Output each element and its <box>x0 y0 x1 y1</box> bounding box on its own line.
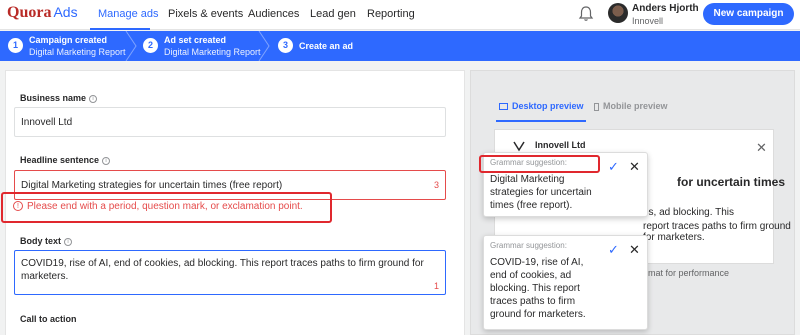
business-name-label-text: Business name <box>20 93 87 103</box>
call-to-action-label: Call to action <box>20 314 77 324</box>
step-3-title: Create an ad <box>299 41 354 51</box>
body-text-line-1: COVID19, rise of AI, end of cookies, ad … <box>21 258 424 269</box>
business-name-value: Innovell Ltd <box>21 117 73 128</box>
suggestion-line: COVID-19, rise of AI, <box>490 257 584 268</box>
ad-body-preview-line-1: es, ad blocking. This <box>643 207 734 218</box>
new-campaign-button[interactable]: New campaign <box>703 3 794 25</box>
step-3-number: 3 <box>278 38 293 53</box>
info-icon[interactable]: i <box>64 237 73 246</box>
headline-error-text: Please end with a period, question mark,… <box>27 201 303 212</box>
logo-product: Ads <box>53 4 78 20</box>
step-1-title[interactable]: Campaign created <box>29 35 107 45</box>
suggestion-line: blocking. This report <box>490 283 580 294</box>
headline-value: Digital Marketing strategies for uncerta… <box>21 180 283 191</box>
close-icon[interactable]: ✕ <box>756 140 767 156</box>
grammar-suggestion-text[interactable]: Digital Marketing strategies for uncerta… <box>490 173 592 212</box>
business-name-input[interactable]: Innovell Ltd <box>14 107 446 137</box>
step-1-number: 1 <box>8 38 23 53</box>
accept-check-icon[interactable]: ✓ <box>608 159 619 175</box>
step-1-subtitle: Digital Marketing Report <box>29 47 126 57</box>
mobile-icon <box>594 102 599 111</box>
grammar-suggestion-label: Grammar suggestion: <box>490 241 567 250</box>
company-logo-icon <box>513 141 525 152</box>
preview-tab-underline <box>496 120 586 122</box>
body-text-label-text: Body text <box>20 236 62 246</box>
ad-headline-preview: for uncertain times <box>677 175 786 189</box>
body-text-line-2: marketers. <box>21 271 69 282</box>
suggestion-line: times (free report). <box>490 200 573 211</box>
avatar[interactable] <box>608 3 628 23</box>
step-2-number: 2 <box>143 38 158 53</box>
step-divider-icon <box>258 31 270 61</box>
logo-brand: Quora <box>7 4 52 21</box>
nav-active-underline <box>90 28 150 30</box>
tab-mobile-label: Mobile preview <box>603 101 668 111</box>
tab-desktop-preview[interactable]: Desktop preview <box>499 101 584 111</box>
suggestion-line: ground for marketers. <box>490 309 586 320</box>
nav-reporting[interactable]: Reporting <box>367 8 415 20</box>
headline-label: Headline sentence i <box>20 155 111 165</box>
dismiss-close-icon[interactable]: ✕ <box>629 159 640 175</box>
business-name-label: Business name i <box>20 93 98 103</box>
nav-audiences[interactable]: Audiences <box>248 8 299 20</box>
body-char-count: 1 <box>433 281 439 291</box>
body-text-input[interactable]: COVID19, rise of AI, end of cookies, ad … <box>14 250 446 295</box>
user-name[interactable]: Anders Hjorth <box>632 3 699 14</box>
suggestion-line: traces paths to firm <box>490 296 576 307</box>
progress-steps: 1 Campaign created Digital Marketing Rep… <box>0 31 800 61</box>
quora-ads-logo[interactable]: Quora Ads <box>7 4 78 22</box>
tab-desktop-label: Desktop preview <box>512 101 584 111</box>
headline-char-count: 3 <box>433 180 439 190</box>
accept-check-icon[interactable]: ✓ <box>608 242 619 258</box>
grammar-suggestion-popup: Grammar suggestion: COVID-19, rise of AI… <box>483 235 648 330</box>
body-text-label: Body text i <box>20 236 73 246</box>
info-icon[interactable]: i <box>102 156 111 165</box>
nav-lead-gen[interactable]: Lead gen <box>310 8 356 20</box>
user-org: Innovell <box>632 16 664 26</box>
ad-preview-footer: ormat for performance <box>640 268 730 278</box>
top-bar: Quora Ads Manage ads Pixels & events Audi… <box>0 0 800 30</box>
nav-pixels-events[interactable]: Pixels & events <box>168 8 243 20</box>
headline-error-message: ! Please end with a period, question mark… <box>13 201 303 212</box>
dismiss-close-icon[interactable]: ✕ <box>629 242 640 258</box>
step-2-title[interactable]: Ad set created <box>164 35 226 45</box>
grammar-suggestion-text[interactable]: COVID-19, rise of AI, end of cookies, ad… <box>490 256 586 321</box>
ad-company-name: Innovell Ltd <box>535 140 586 150</box>
warning-icon: ! <box>13 201 23 212</box>
suggestion-line: strategies for uncertain <box>490 187 592 198</box>
suggestion-highlight-box <box>479 155 600 173</box>
step-2-subtitle: Digital Marketing Report <box>164 47 261 57</box>
tab-mobile-preview[interactable]: Mobile preview <box>594 101 668 111</box>
headline-label-text: Headline sentence <box>20 155 100 165</box>
nav-manage-ads[interactable]: Manage ads <box>98 8 159 20</box>
bell-icon[interactable] <box>577 5 595 23</box>
suggestion-line: Digital Marketing <box>490 174 565 185</box>
step-divider-icon <box>125 31 137 61</box>
suggestion-line: end of cookies, ad <box>490 270 572 281</box>
info-icon[interactable]: i <box>89 94 98 103</box>
desktop-icon <box>499 103 508 111</box>
ad-body-preview-line-2: report traces paths to firm ground for m… <box>643 221 791 243</box>
